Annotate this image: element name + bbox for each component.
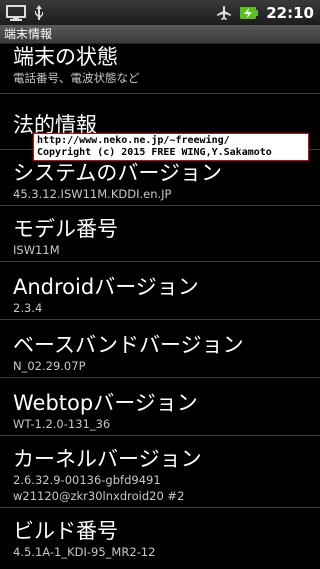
- list-item-device-status[interactable]: 端末の状態 電話番号、電波状態など: [0, 44, 320, 94]
- item-title: Androidバージョン: [13, 275, 199, 299]
- watermark-url: http://www.neko.ne.jp/~freewing/: [37, 135, 230, 146]
- monitor-icon: [6, 4, 26, 21]
- item-title: ビルド番号: [13, 519, 118, 543]
- status-time: 22:10: [266, 3, 314, 22]
- item-subtitle-line2: w21120@zkr30lnxdroid20 #2: [13, 489, 185, 503]
- list-item-android-version[interactable]: Androidバージョン 2.3.4: [0, 262, 320, 320]
- list-item-kernel-version[interactable]: カーネルバージョン 2.6.32.9-00136-gbfd9491 w21120…: [0, 436, 320, 508]
- item-subtitle: 2.6.32.9-00136-gbfd9491: [13, 473, 161, 487]
- item-subtitle: 4.5.1A-1_KDI-95_MR2-12: [13, 545, 156, 559]
- list-item-webtop-version[interactable]: Webtopバージョン WT-1.2.0-131_36: [0, 378, 320, 436]
- item-subtitle: N_02.29.07P: [13, 359, 86, 373]
- page-title: 端末情報: [0, 25, 320, 44]
- item-subtitle: WT-1.2.0-131_36: [13, 417, 111, 431]
- list-item-baseband-version[interactable]: ベースバンドバージョン N_02.29.07P: [0, 320, 320, 378]
- item-title: Webtopバージョン: [13, 391, 198, 415]
- item-title: システムのバージョン: [13, 161, 222, 185]
- item-title: モデル番号: [13, 217, 118, 241]
- item-subtitle: 電話番号、電波状態など: [13, 71, 140, 85]
- status-bar: 22:10: [0, 0, 320, 25]
- list-item-model-number[interactable]: モデル番号 ISW11M: [0, 206, 320, 262]
- airplane-icon: [216, 5, 232, 21]
- battery-charging-icon: [240, 5, 259, 21]
- item-title: カーネルバージョン: [13, 447, 202, 471]
- usb-icon: [34, 4, 44, 21]
- item-subtitle: 45.3.12.ISW11M.KDDI.en.JP: [13, 187, 172, 201]
- item-subtitle: 2.3.4: [13, 301, 43, 315]
- item-title: 端末の状態: [13, 45, 118, 69]
- watermark-copyright: Copyright (c) 2015 FREE WING,Y.Sakamoto: [37, 147, 272, 158]
- item-subtitle: ISW11M: [13, 243, 60, 257]
- list-item-build-number[interactable]: ビルド番号 4.5.1A-1_KDI-95_MR2-12: [0, 508, 320, 569]
- item-title: ベースバンドバージョン: [13, 333, 244, 357]
- copyright-watermark: http://www.neko.ne.jp/~freewing/Copyrigh…: [33, 133, 309, 161]
